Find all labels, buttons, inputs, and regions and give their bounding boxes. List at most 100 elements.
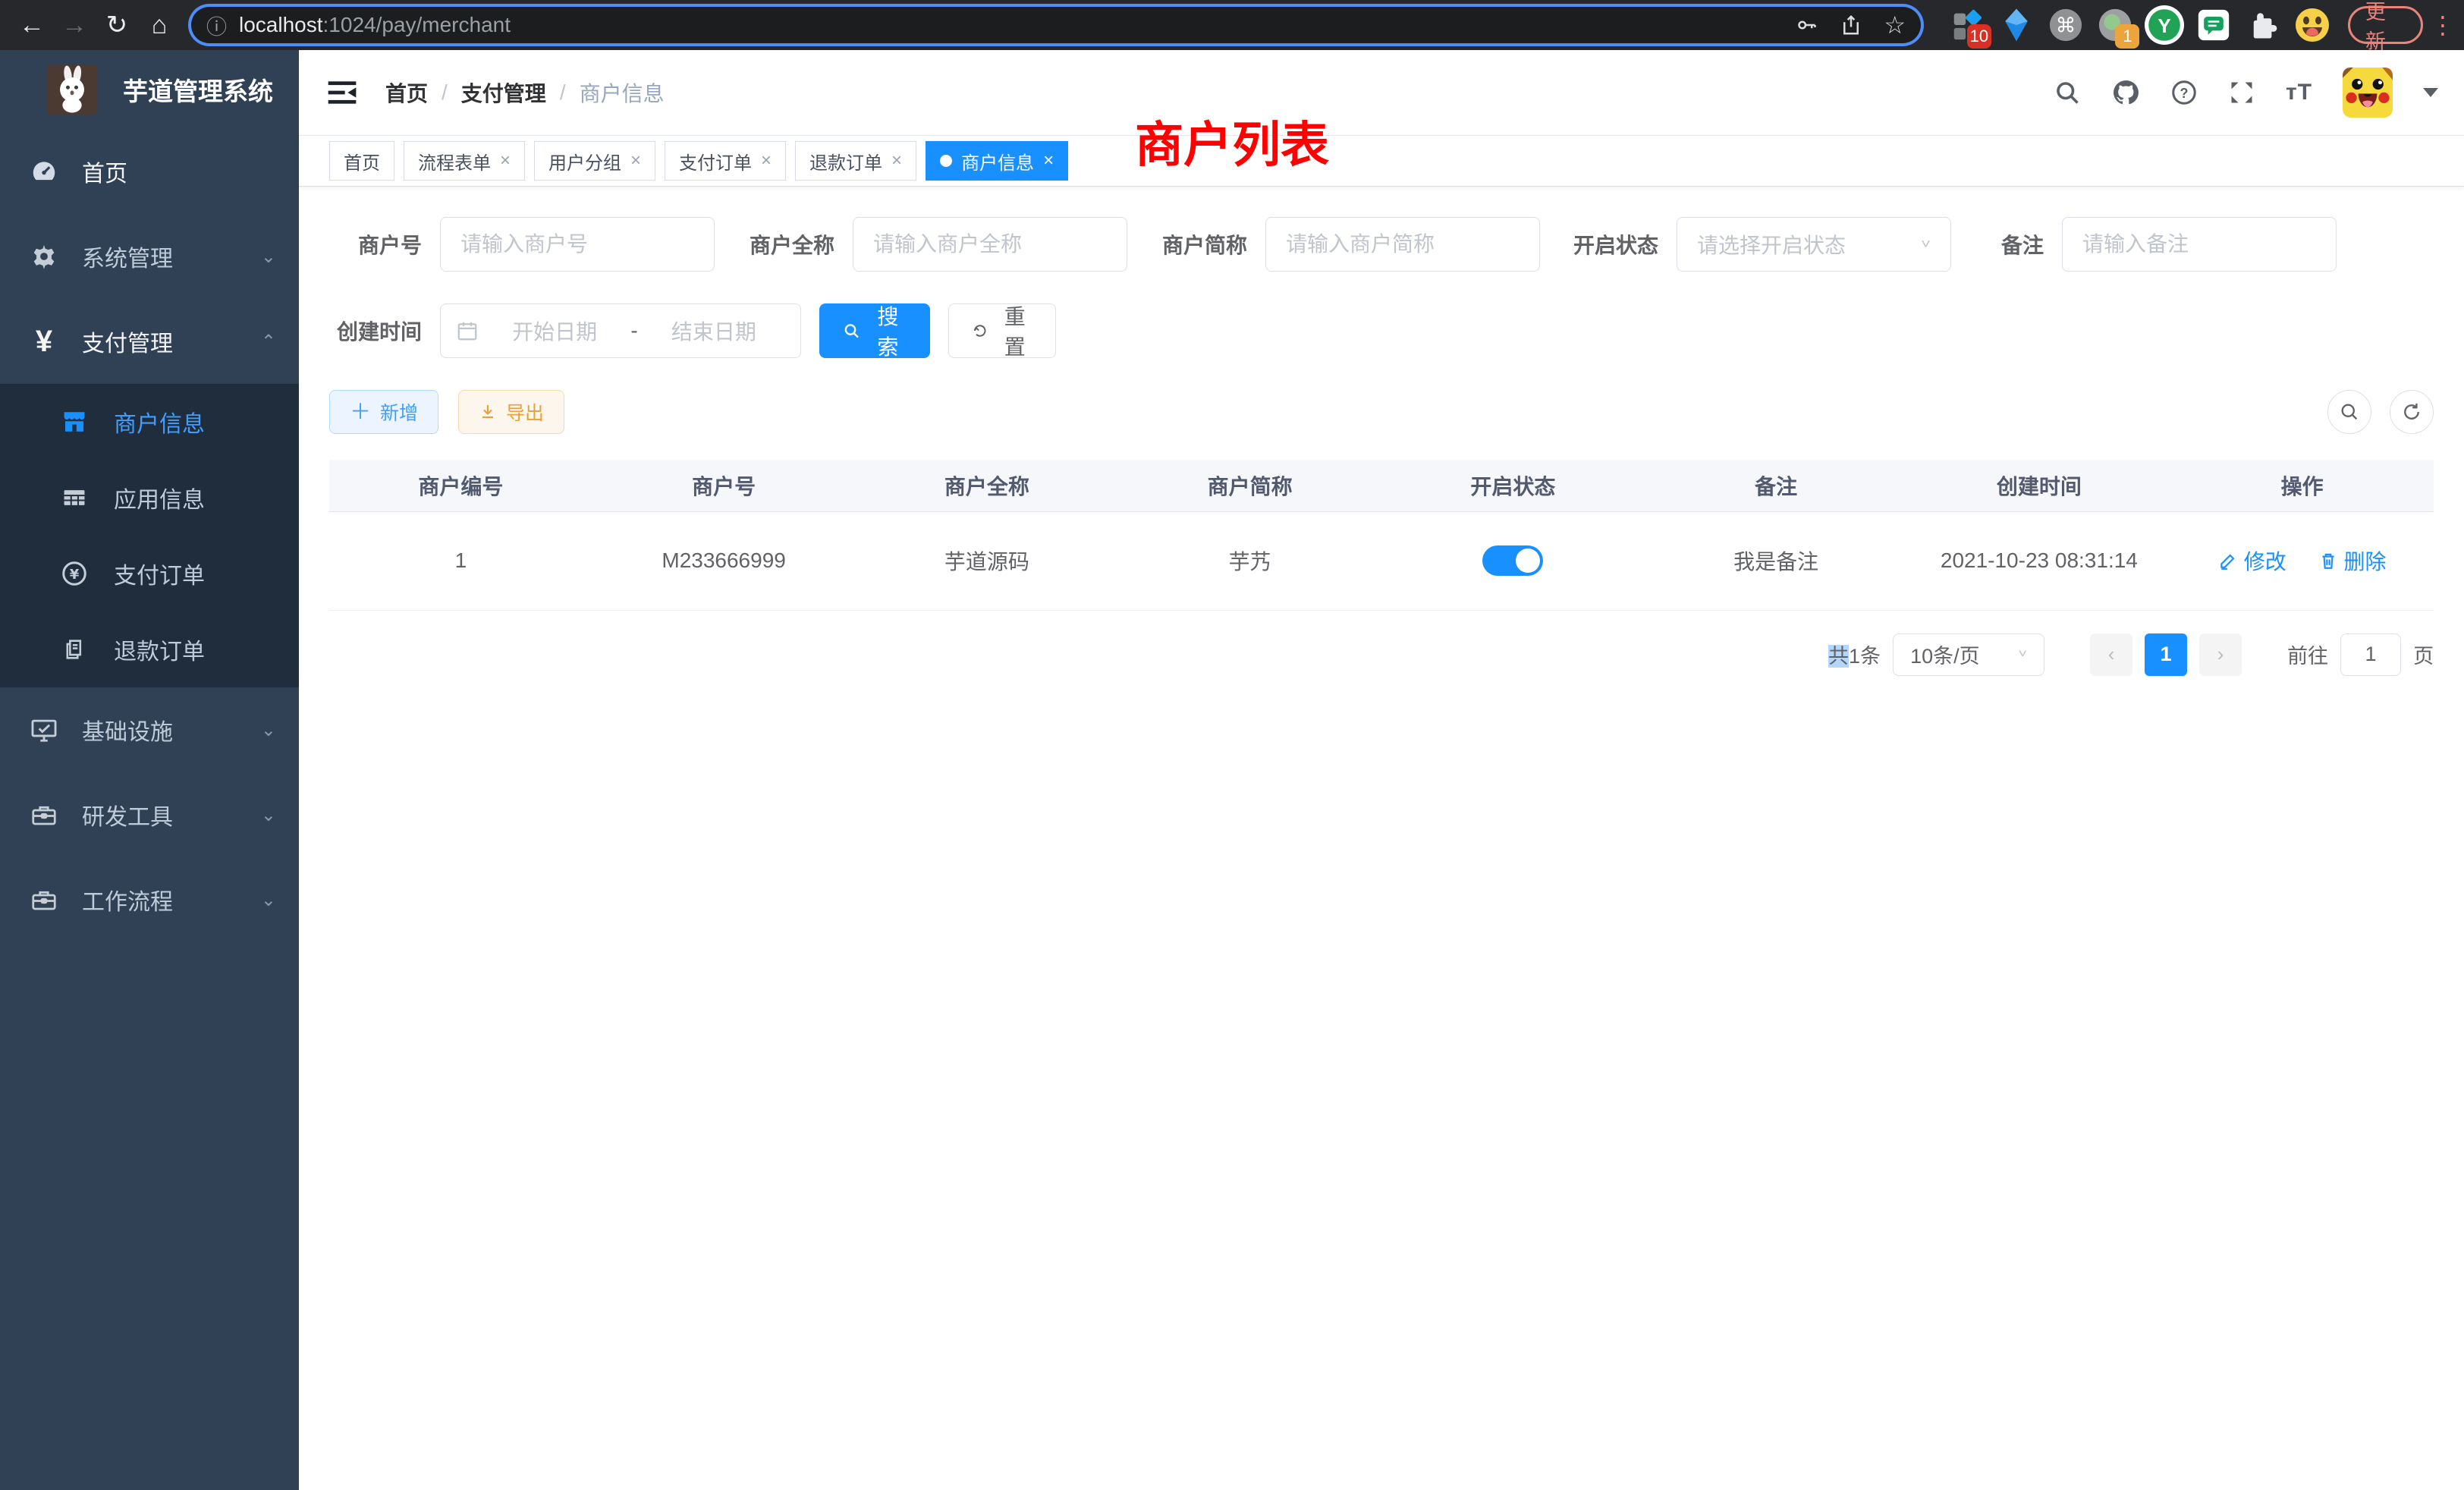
sidebar-item-home[interactable]: 首页: [0, 129, 299, 214]
puzzle-extensions-icon[interactable]: [2242, 3, 2285, 47]
github-icon[interactable]: [2111, 78, 2140, 107]
page-size-select[interactable]: 10条/页 ˅: [1893, 633, 2044, 676]
create-time-range-picker[interactable]: 开始日期 - 结束日期: [440, 303, 801, 358]
browser-update-button[interactable]: 更新: [2348, 6, 2423, 44]
delete-link[interactable]: 删除: [2318, 545, 2387, 576]
password-key-icon[interactable]: [1796, 14, 1818, 36]
browser-home-button[interactable]: ⌂: [138, 4, 181, 46]
sidebar-item-label: 商户信息: [114, 405, 276, 439]
edit-link[interactable]: 修改: [2218, 545, 2286, 576]
col-status: 开启状态: [1381, 460, 1645, 511]
cell-merchant-id: 1: [329, 511, 592, 610]
merchant-table: 商户编号 商户号 商户全称 商户简称 开启状态 备注 创建时间 操作 1 M23…: [329, 460, 2434, 611]
header-search-icon[interactable]: [2054, 79, 2081, 106]
sidebar-item-label: 首页: [82, 155, 276, 188]
dashboard-icon: [27, 155, 61, 188]
font-size-icon[interactable]: ᴛT: [2286, 80, 2312, 105]
next-page-button[interactable]: ›: [2199, 633, 2242, 676]
breadcrumb-payment[interactable]: 支付管理: [461, 77, 546, 108]
browser-menu-icon[interactable]: ⋮: [2431, 11, 2453, 39]
page-number-1[interactable]: 1: [2145, 633, 2187, 676]
emoji-profile-icon[interactable]: [2291, 3, 2334, 47]
sidebar-item-label: 研发工具: [82, 798, 261, 831]
sidebar-item-app-info[interactable]: 应用信息: [0, 460, 299, 536]
bookmark-star-icon[interactable]: ☆: [1884, 11, 1906, 39]
refresh-table-icon[interactable]: [2390, 390, 2434, 434]
tab-close-icon[interactable]: ×: [1043, 150, 1054, 171]
page-content: 商户号 商户全称 商户简称 开启状态 请选择开启状态 ˅ 备注 创建时间: [299, 187, 2464, 1490]
sidebar-item-refund-orders[interactable]: 退款订单: [0, 611, 299, 687]
export-button[interactable]: 导出: [458, 390, 564, 434]
tiles-extension-icon[interactable]: 10: [1945, 3, 1988, 47]
browser-forward-button[interactable]: →: [53, 4, 96, 46]
cell-short-name: 芋艿: [1118, 511, 1381, 610]
tab-close-icon[interactable]: ×: [630, 150, 641, 171]
share-icon[interactable]: [1840, 14, 1862, 36]
browser-toolbar: ← → ↻ ⌂ ⓘ localhost:1024/pay/merchant ☆: [0, 0, 2464, 50]
status-select[interactable]: 请选择开启状态 ˅: [1677, 217, 1951, 272]
fullscreen-icon[interactable]: [2228, 79, 2255, 106]
merchant-no-input[interactable]: [440, 217, 715, 272]
tab-pay-orders[interactable]: 支付订单 ×: [665, 141, 786, 181]
grid-icon: [58, 481, 91, 514]
col-remark: 备注: [1645, 460, 1908, 511]
app-logo-row[interactable]: 芋道管理系统: [0, 50, 299, 129]
chat-extension-icon[interactable]: [2192, 3, 2236, 47]
tab-refund-orders[interactable]: 退款订单 ×: [795, 141, 916, 181]
search-button[interactable]: 搜索: [819, 303, 930, 358]
active-tab-dot: [940, 155, 952, 167]
sidebar-item-workflow[interactable]: 工作流程 ⌄: [0, 857, 299, 942]
short-name-input[interactable]: [1265, 217, 1540, 272]
short-name-label: 商户简称: [1127, 229, 1265, 259]
cell-status: [1381, 511, 1645, 610]
sidebar-item-payment[interactable]: ¥ 支付管理 ⌃: [0, 299, 299, 384]
address-bar[interactable]: ⓘ localhost:1024/pay/merchant ☆: [191, 7, 1921, 43]
monitor-icon: [27, 713, 61, 747]
site-info-icon[interactable]: ⓘ: [206, 11, 227, 40]
create-time-label: 创建时间: [329, 316, 440, 346]
prev-page-button[interactable]: ‹: [2090, 633, 2132, 676]
breadcrumb-merchant-info: 商户信息: [580, 77, 665, 108]
status-toggle[interactable]: [1482, 545, 1543, 576]
navbar: 首页 / 支付管理 / 商户信息: [299, 50, 2464, 135]
chevron-down-icon: ⌄: [261, 889, 276, 911]
tab-merchant-info[interactable]: 商户信息 ×: [926, 141, 1068, 181]
y-logo-extension-icon[interactable]: Y: [2142, 3, 2186, 47]
browser-reload-button[interactable]: ↻: [96, 4, 138, 46]
command-extension-icon[interactable]: ⌘: [2044, 3, 2087, 47]
kite-extension-icon[interactable]: [1994, 3, 2038, 47]
toggle-search-icon[interactable]: [2327, 390, 2371, 434]
breadcrumb-home[interactable]: 首页: [385, 77, 428, 108]
cell-remark: 我是备注: [1645, 511, 1908, 610]
tab-user-group[interactable]: 用户分组 ×: [534, 141, 655, 181]
pay-order-icon: ¥: [58, 557, 91, 590]
sidebar-item-merchant-info[interactable]: 商户信息: [0, 384, 299, 460]
pagination: 共1条 10条/页 ˅ ‹ 1 › 前往 页: [329, 633, 2434, 676]
goto-page-input[interactable]: [2340, 633, 2401, 676]
breadcrumb: 首页 / 支付管理 / 商户信息: [385, 77, 665, 108]
remark-input[interactable]: [2062, 217, 2337, 272]
full-name-input[interactable]: [853, 217, 1127, 272]
chevron-up-icon: ⌃: [261, 331, 276, 353]
sidebar-item-system[interactable]: 系统管理 ⌄: [0, 214, 299, 299]
reset-button[interactable]: 重置: [948, 303, 1056, 358]
status-dot-extension-icon[interactable]: 1: [2093, 3, 2136, 47]
tab-process-form[interactable]: 流程表单 ×: [404, 141, 525, 181]
tab-close-icon[interactable]: ×: [761, 150, 772, 171]
sidebar-item-pay-orders[interactable]: ¥ 支付订单: [0, 536, 299, 611]
tab-home[interactable]: 首页: [329, 141, 394, 181]
status-label: 开启状态: [1540, 229, 1677, 259]
add-button[interactable]: ＋ 新增: [329, 390, 438, 434]
gear-icon: [27, 240, 61, 273]
tab-close-icon[interactable]: ×: [500, 150, 511, 171]
avatar-dropdown-caret[interactable]: [2423, 88, 2438, 97]
help-icon[interactable]: ?: [2170, 79, 2198, 106]
sidebar-item-infrastructure[interactable]: 基础设施 ⌄: [0, 687, 299, 772]
browser-back-button[interactable]: ←: [11, 4, 53, 46]
tab-close-icon[interactable]: ×: [891, 150, 902, 171]
col-actions: 操作: [2170, 460, 2434, 511]
chevron-down-icon: ˅: [1921, 237, 1931, 253]
user-avatar[interactable]: [2343, 68, 2393, 118]
sidebar-item-dev-tools[interactable]: 研发工具 ⌄: [0, 772, 299, 857]
sidebar-collapse-icon[interactable]: [325, 75, 360, 110]
